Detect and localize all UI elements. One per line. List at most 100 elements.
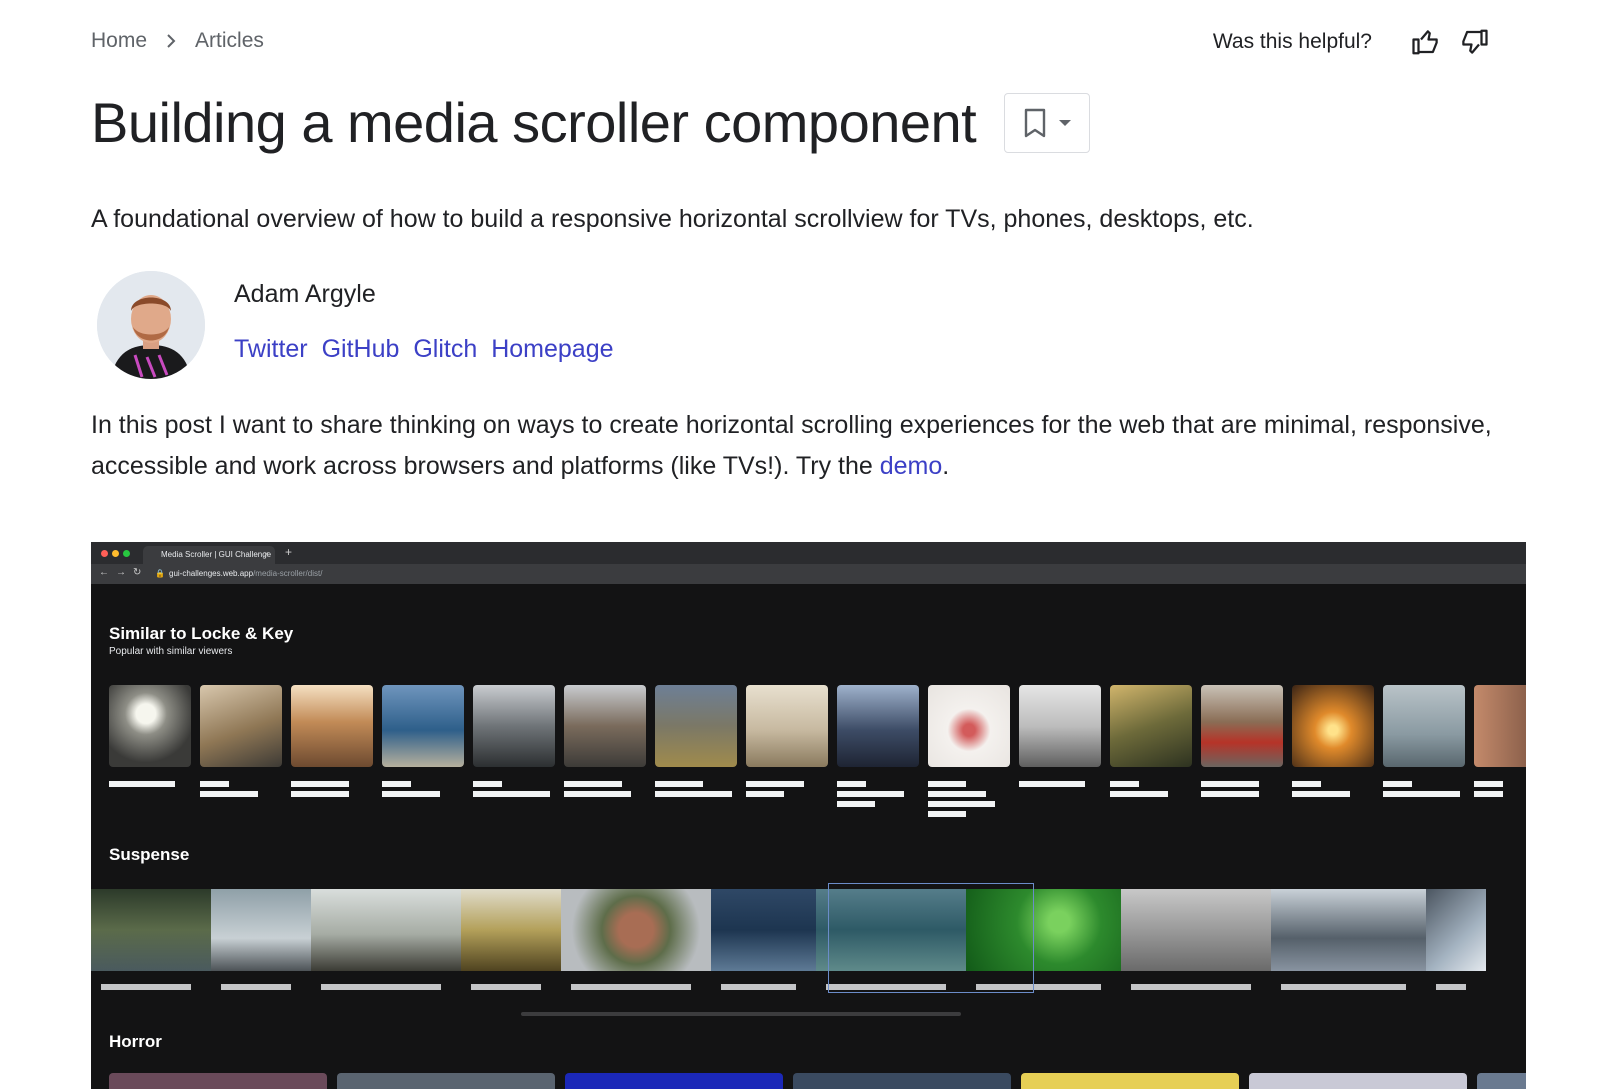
media-thumbnail[interactable]: [109, 1073, 327, 1089]
media-thumbnail[interactable]: [382, 685, 464, 767]
author-link-glitch[interactable]: Glitch: [413, 335, 477, 363]
media-thumbnail[interactable]: [1271, 889, 1426, 971]
skeleton-text-bar: [1474, 791, 1503, 797]
media-thumbnail[interactable]: [564, 685, 646, 767]
url-path: /media-scroller/dist/: [253, 569, 323, 578]
skeleton-text-bar: [473, 791, 550, 797]
browser-address-bar: ← → ↻ 🔒 gui-challenges.web.app/media-scr…: [91, 564, 1526, 584]
forward-icon[interactable]: →: [116, 567, 126, 578]
skeleton-text-bar: [1201, 791, 1259, 797]
chevron-right-icon: [165, 33, 177, 49]
media-thumbnail[interactable]: [1021, 1073, 1239, 1089]
url-host: gui-challenges.web.app: [169, 569, 254, 578]
skeleton-text-bar: [321, 984, 441, 990]
skeleton-text-bar: [1292, 791, 1350, 797]
browser-tab[interactable]: Media Scroller | GUI Challenge ×: [143, 546, 275, 564]
article-description: A foundational overview of how to build …: [91, 205, 1254, 233]
close-dot-icon: [101, 550, 108, 557]
media-thumbnail[interactable]: [1110, 685, 1192, 767]
demo-link[interactable]: demo: [880, 452, 943, 480]
skeleton-text-bar: [1383, 781, 1412, 787]
skeleton-text-bar: [109, 781, 175, 787]
breadcrumb-home[interactable]: Home: [91, 29, 147, 53]
media-thumbnail[interactable]: [655, 685, 737, 767]
media-thumbnail[interactable]: [291, 685, 373, 767]
bookmark-button[interactable]: [1004, 93, 1091, 153]
caret-down-icon: [1059, 120, 1072, 126]
skeleton-text-bar: [200, 781, 229, 787]
media-thumbnail[interactable]: [711, 889, 816, 971]
breadcrumb-articles[interactable]: Articles: [195, 29, 264, 53]
row-subtitle-similar: Popular with similar viewers: [109, 646, 233, 657]
media-thumbnail[interactable]: [565, 1073, 783, 1089]
skeleton-text-bar: [1019, 781, 1085, 787]
skeleton-text-bar: [655, 791, 732, 797]
author-link-homepage[interactable]: Homepage: [491, 335, 613, 363]
skeleton-text-bar: [291, 781, 349, 787]
media-thumbnail[interactable]: [1019, 685, 1101, 767]
media-thumbnail[interactable]: [793, 1073, 1011, 1089]
skeleton-text-bar: [564, 791, 631, 797]
author-link-twitter[interactable]: Twitter: [234, 335, 308, 363]
skeleton-text-bar: [837, 801, 875, 807]
media-thumbnail[interactable]: [337, 1073, 555, 1089]
media-thumbnail[interactable]: [211, 889, 311, 971]
media-thumbnail[interactable]: [1201, 685, 1283, 767]
row-title-similar: Similar to Locke & Key: [109, 624, 294, 643]
new-tab-icon[interactable]: +: [285, 545, 292, 559]
author-link-github[interactable]: GitHub: [322, 335, 400, 363]
skeleton-text-bar: [837, 791, 904, 797]
media-thumbnail[interactable]: [473, 685, 555, 767]
skeleton-text-bar: [291, 791, 349, 797]
skeleton-text-bar: [837, 781, 866, 787]
media-thumbnail[interactable]: [561, 889, 711, 971]
row-title-suspense: Suspense: [109, 845, 190, 864]
thumb-down-icon[interactable]: [1458, 26, 1490, 58]
skeleton-text-bar: [1383, 791, 1460, 797]
back-icon[interactable]: ←: [99, 567, 109, 578]
intro-paragraph: In this post I want to share thinking on…: [91, 405, 1531, 487]
lock-icon: 🔒: [155, 569, 165, 578]
skeleton-text-bar: [1201, 781, 1259, 787]
media-thumbnail[interactable]: [1474, 685, 1526, 767]
reload-icon[interactable]: ↻: [133, 567, 141, 578]
page-title: Building a media scroller component: [91, 91, 977, 154]
media-thumbnail[interactable]: [1121, 889, 1271, 971]
feedback-question: Was this helpful?: [1212, 30, 1372, 53]
thumb-up-icon[interactable]: [1410, 26, 1442, 58]
skeleton-text-bar: [221, 984, 291, 990]
skeleton-text-bar: [746, 791, 784, 797]
close-tab-icon[interactable]: ×: [264, 549, 269, 559]
browser-tab-title: Media Scroller | GUI Challenge: [161, 550, 272, 559]
media-thumbnail[interactable]: [461, 889, 561, 971]
media-thumbnail[interactable]: [1383, 685, 1465, 767]
media-thumbnail[interactable]: [1426, 889, 1486, 971]
skeleton-text-bar: [200, 791, 258, 797]
skeleton-text-bar: [1436, 984, 1466, 990]
breadcrumb: Home Articles: [91, 29, 264, 53]
media-thumbnail[interactable]: [200, 685, 282, 767]
skeleton-text-bar: [571, 984, 691, 990]
skeleton-text-bar: [564, 781, 622, 787]
focused-item-outline: [828, 883, 1034, 993]
feedback-widget: Was this helpful?: [1213, 26, 1490, 58]
media-thumbnail[interactable]: [837, 685, 919, 767]
media-thumbnail[interactable]: [1249, 1073, 1467, 1089]
url-text[interactable]: gui-challenges.web.app/media-scroller/di…: [169, 569, 322, 578]
title-row: Building a media scroller component: [91, 88, 1091, 158]
skeleton-text-bar: [1110, 781, 1139, 787]
author-avatar[interactable]: [97, 271, 205, 379]
skeleton-text-bar: [928, 801, 995, 807]
media-thumbnail[interactable]: [1477, 1073, 1526, 1089]
author-name: Adam Argyle: [234, 280, 376, 308]
skeleton-text-bar: [382, 781, 411, 787]
media-thumbnail[interactable]: [1292, 685, 1374, 767]
row-scrollbar[interactable]: [521, 1012, 961, 1016]
skeleton-text-bar: [1131, 984, 1251, 990]
media-thumbnail[interactable]: [311, 889, 461, 971]
media-thumbnail[interactable]: [928, 685, 1010, 767]
media-thumbnail[interactable]: [746, 685, 828, 767]
media-thumbnail[interactable]: [91, 889, 211, 971]
media-thumbnail[interactable]: [109, 685, 191, 767]
skeleton-text-bar: [1474, 781, 1503, 787]
